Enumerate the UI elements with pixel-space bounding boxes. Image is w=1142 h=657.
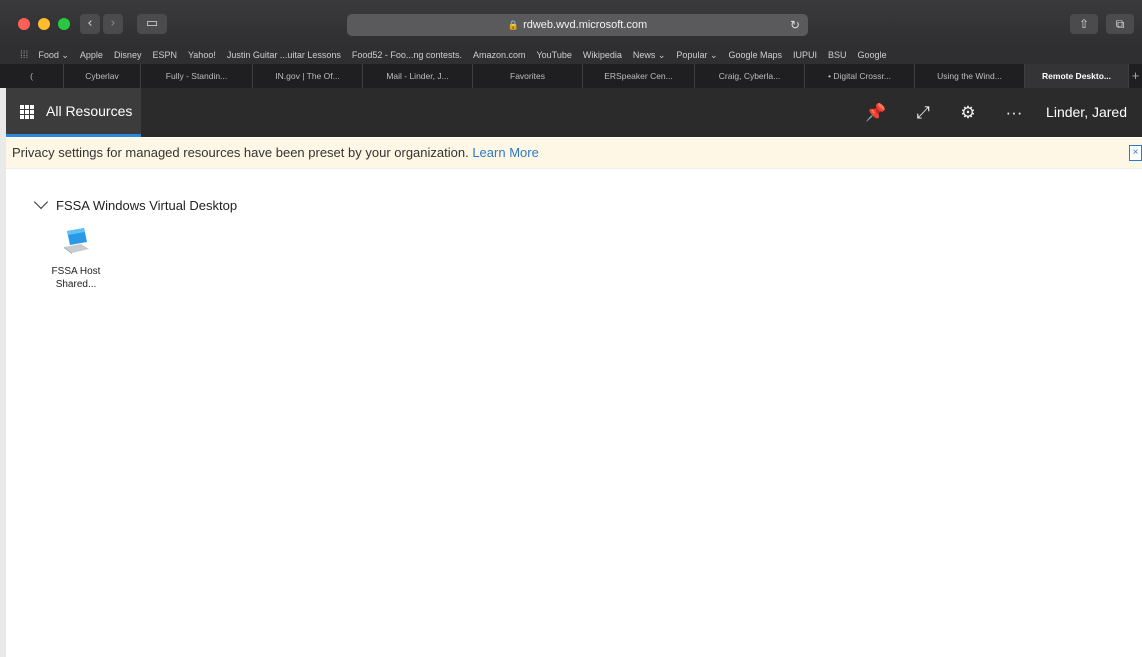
expand-icon[interactable]: ⤢ (908, 88, 938, 137)
browser-tab[interactable]: ( (0, 64, 64, 88)
more-icon[interactable]: ··· (999, 88, 1029, 137)
bookmark-item[interactable]: BSU (828, 50, 847, 60)
address-bar[interactable]: 🔒 rdweb.wvd.microsoft.com ↻ (347, 14, 808, 36)
bookmark-item[interactable]: Amazon.com (473, 50, 526, 60)
forward-button[interactable]: › (103, 14, 123, 34)
url-text: rdweb.wvd.microsoft.com (523, 19, 648, 31)
browser-chrome: ‹ › ▭ 🔒 rdweb.wvd.microsoft.com ↻ ⇧ ⧉ ⁞⁞⁞… (0, 0, 1142, 88)
bookmark-item[interactable]: Justin Guitar ...uitar Lessons (227, 50, 341, 60)
back-button[interactable]: ‹ (80, 14, 100, 34)
bookmark-item[interactable]: Food ⌄ (38, 50, 69, 61)
browser-tab[interactable]: Fully - Standin... (141, 64, 253, 88)
bookmark-item[interactable]: ESPN (152, 50, 177, 60)
close-window-button[interactable] (18, 18, 30, 30)
gear-icon[interactable]: ⚙ (953, 88, 983, 137)
bookmark-item[interactable]: YouTube (536, 50, 571, 60)
browser-tab[interactable]: ERSpeaker Cen... (583, 64, 695, 88)
minimize-window-button[interactable] (38, 18, 50, 30)
all-resources-tab[interactable]: All Resources (6, 88, 141, 137)
privacy-banner: Privacy settings for managed resources h… (6, 138, 1142, 169)
app-header: All Resources 📌 ⤢ ⚙ ··· Linder, Jared (6, 88, 1142, 137)
all-resources-label: All Resources (46, 103, 133, 119)
tab-bar: (Cyberlav Fully - Standin... IN.gov | The … (0, 64, 1142, 88)
learn-more-link[interactable]: Learn More (472, 145, 538, 160)
resource-label-line1: FSSA Host (51, 266, 101, 277)
bookmark-item[interactable]: Apple (80, 50, 103, 60)
chevron-right-icon: › (110, 16, 116, 31)
resource-tile[interactable]: FSSA Host Shared... (40, 228, 112, 291)
bookmark-item[interactable]: Wikipedia (583, 50, 622, 60)
zoom-window-button[interactable] (58, 18, 70, 30)
resource-label: FSSA Host Shared... (40, 265, 112, 291)
window-controls (18, 18, 70, 30)
sidebar-toggle-button[interactable]: ▭ (137, 14, 167, 34)
user-name[interactable]: Linder, Jared (1046, 88, 1127, 137)
privacy-message-line: Privacy settings for managed resources h… (12, 138, 539, 168)
window-edge (0, 88, 6, 657)
group-name: FSSA Windows Virtual Desktop (56, 198, 238, 213)
browser-tab[interactable]: Favorites (473, 64, 583, 88)
browser-tab[interactable]: Cyberlav (64, 64, 141, 88)
browser-tab[interactable]: Using the Wind... (915, 64, 1025, 88)
browser-tab[interactable]: Craig, Cyberla... (695, 64, 805, 88)
resource-label-line2: Shared... (55, 279, 97, 290)
lock-icon: 🔒 (507, 20, 520, 30)
share-icon: ⇧ (1078, 17, 1090, 31)
new-tab-icon[interactable]: + (1129, 64, 1142, 88)
browser-tab[interactable]: Mail - Linder, J... (363, 64, 473, 88)
browser-tab[interactable]: Remote Deskto... (1025, 64, 1129, 88)
bookmark-item[interactable]: Disney (114, 50, 142, 60)
browser-titlebar: ‹ › ▭ 🔒 rdweb.wvd.microsoft.com ↻ ⇧ ⧉ (0, 0, 1142, 46)
grid-icon[interactable]: ⁞⁞⁞ (20, 50, 28, 61)
bookmarks-bar: ⁞⁞⁞ Food ⌄ Apple Disney ESPN Yahoo! Justin Gu… (0, 46, 1142, 64)
bookmark-item[interactable]: IUPUI (793, 50, 817, 60)
bookmark-item[interactable]: News ⌄ (633, 50, 666, 61)
bookmark-item[interactable]: Google Maps (728, 50, 782, 60)
bookmark-item[interactable]: Yahoo! (188, 50, 216, 60)
pin-icon[interactable]: 📌 (861, 88, 891, 137)
chevron-down-icon (33, 194, 49, 210)
bookmark-item[interactable]: Popular ⌄ (676, 50, 717, 61)
bookmark-item[interactable]: Google (858, 50, 887, 60)
browser-tab[interactable]: • Digital Crossr... (805, 64, 915, 88)
bookmark-item[interactable]: Food52 - Foo...ng contests. (352, 50, 462, 60)
apps-grid-icon (20, 105, 34, 119)
chevron-left-icon: ‹ (87, 16, 93, 31)
share-button[interactable]: ⇧ (1070, 14, 1098, 34)
sidebar-icon: ▭ (145, 16, 159, 31)
tabs-overview-button[interactable]: ⧉ (1106, 14, 1134, 34)
resource-group-header[interactable]: FSSA Windows Virtual Desktop (33, 194, 238, 216)
desktop-icon (64, 228, 89, 254)
tabs-overview-icon: ⧉ (1115, 17, 1125, 31)
close-banner-icon[interactable]: × (1129, 145, 1142, 161)
privacy-message: Privacy settings for managed resources h… (12, 145, 469, 160)
browser-tab[interactable]: IN.gov | The Of... (253, 64, 363, 88)
reload-icon[interactable]: ↻ (790, 14, 800, 36)
